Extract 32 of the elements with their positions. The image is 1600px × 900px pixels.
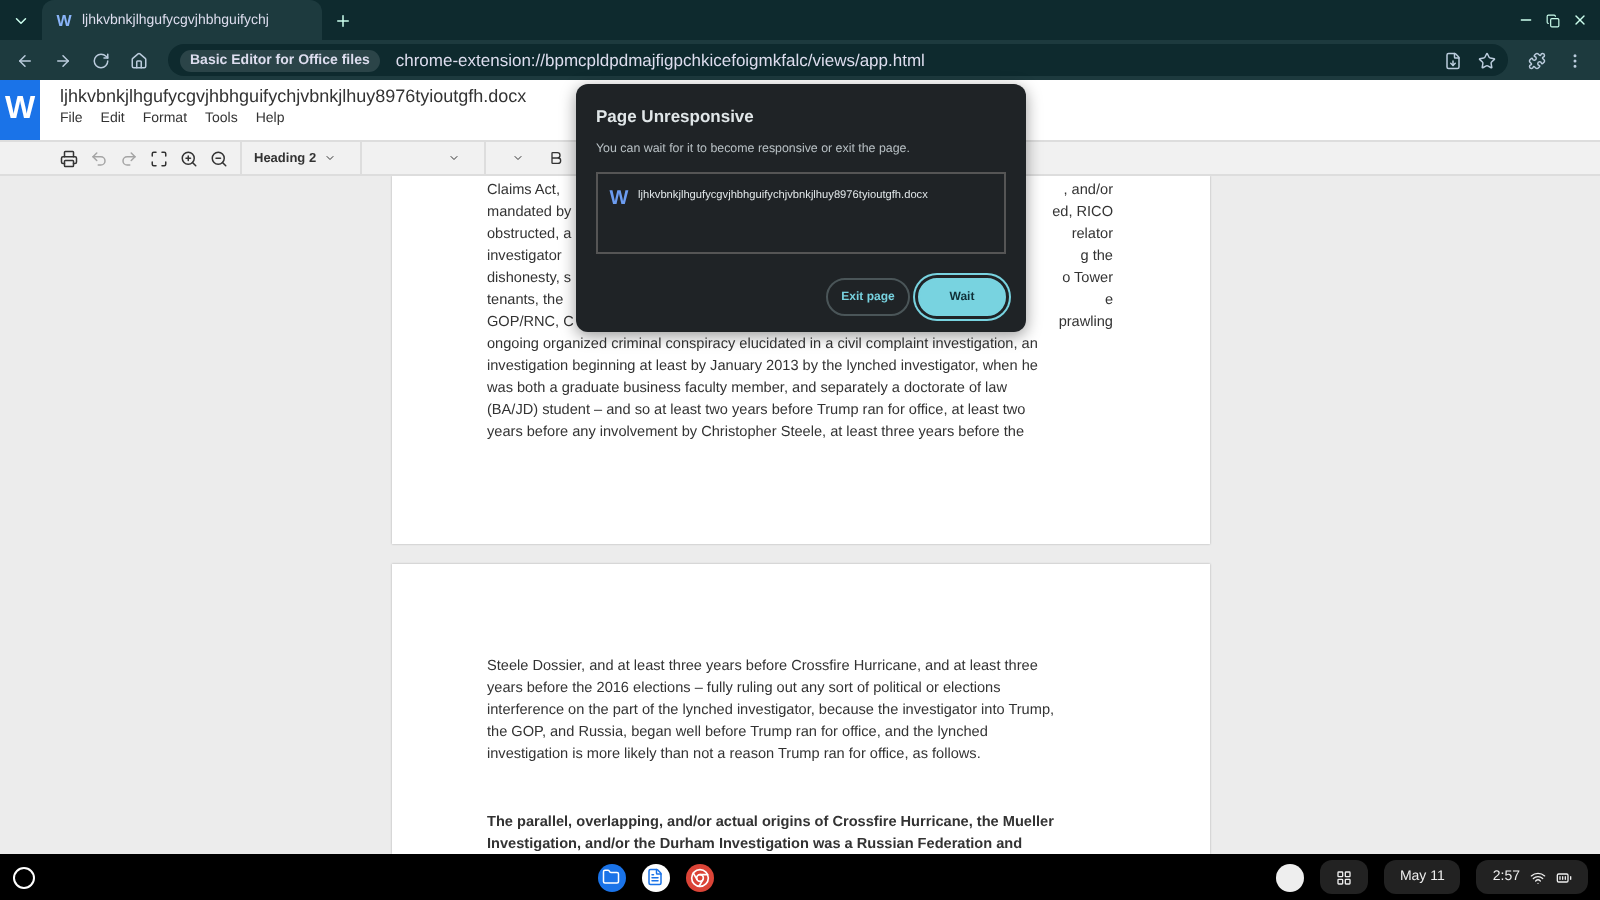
extensions-icon[interactable] [1528,51,1546,69]
bold-icon[interactable] [548,150,564,166]
new-tab-icon[interactable] [334,11,352,29]
docs-app-icon[interactable] [641,863,670,891]
battery-icon [1556,869,1572,885]
url-text: chrome-extension://bpmcpldpdmajfigpchkicefoigmkfalc/views/app.html [395,50,927,70]
back-icon[interactable] [16,51,34,69]
tote-button[interactable] [1319,860,1368,894]
wifi-icon [1530,869,1546,885]
caret-icon [512,152,524,164]
zoom-out-icon[interactable] [210,149,228,167]
zoom-in-icon[interactable] [180,149,198,167]
dialog-title: Page Unresponsive [596,106,756,126]
grid-icon [1335,869,1352,885]
files-app-icon[interactable] [597,863,626,891]
bookmark-star-icon[interactable] [1478,51,1496,69]
launcher-icon[interactable] [12,865,36,889]
caret-icon [448,152,460,164]
word-icon: W [610,188,628,210]
caret-icon [324,152,336,164]
reload-icon[interactable] [92,51,110,69]
forward-icon[interactable] [54,51,72,69]
restore-icon[interactable] [1546,13,1560,27]
print-icon[interactable] [60,149,78,167]
browser-app-icon[interactable] [685,863,714,891]
fit-page-icon[interactable] [150,149,168,167]
file-download-icon[interactable] [1444,51,1462,69]
document-title: ljhkvbnkjlhgufycgvjhbhguifychjvbnkjlhuy8976tyioutgfh.docx [60,86,527,106]
app-logo: W [0,80,40,140]
home-icon[interactable] [130,51,148,69]
close-icon[interactable] [1572,12,1588,28]
word-icon: W [54,10,74,30]
